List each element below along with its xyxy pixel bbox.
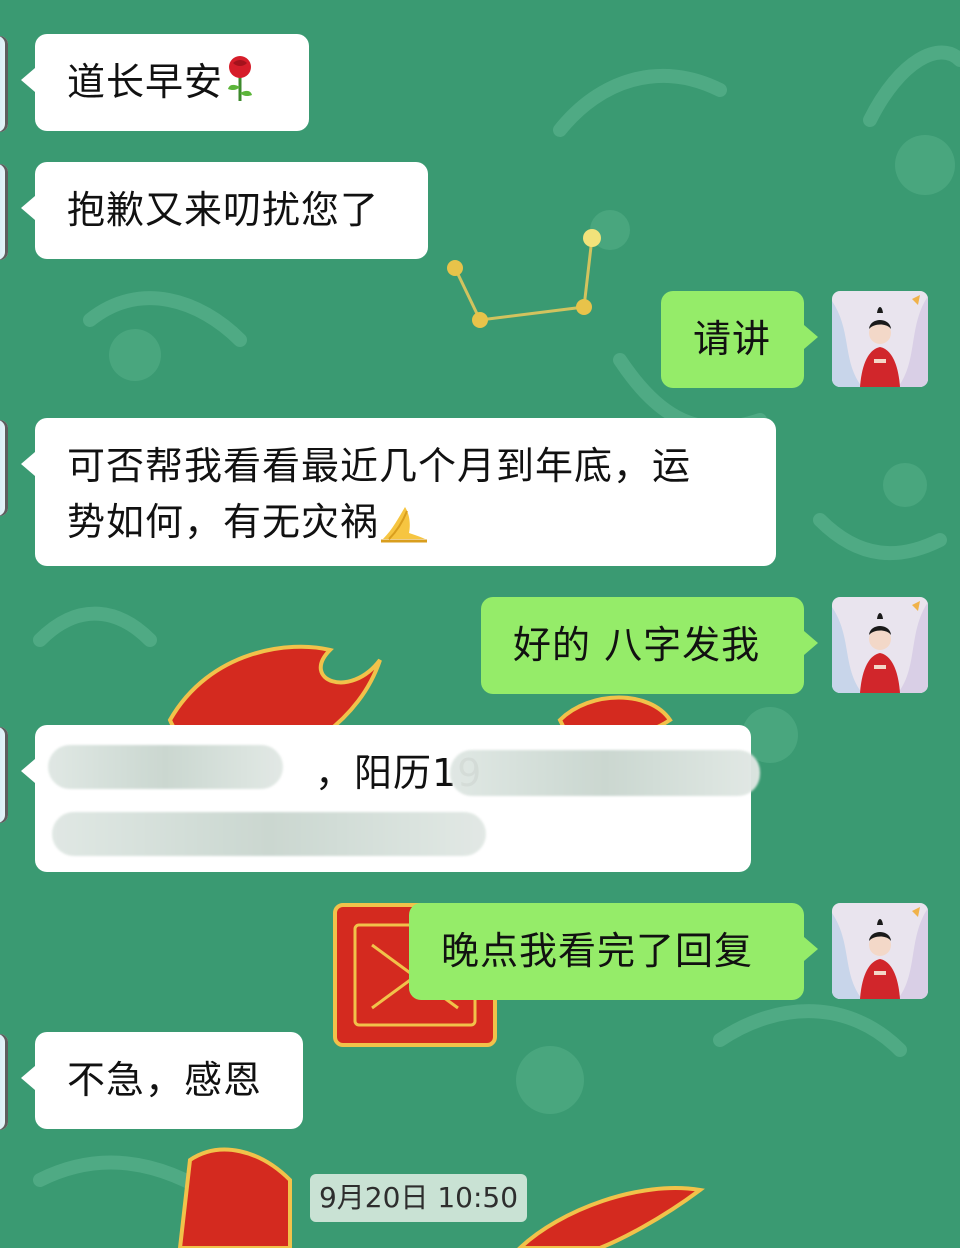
- redaction-blur: [52, 812, 486, 856]
- message-bubble-outgoing[interactable]: 晚点我看完了回复: [409, 903, 818, 1000]
- rose-icon: [223, 55, 257, 118]
- user-avatar[interactable]: [832, 597, 928, 693]
- message-text: 好的 八字发我: [513, 623, 761, 667]
- redaction-blur: [48, 745, 283, 789]
- message-text-line: 势如何，有无灾祸: [67, 500, 380, 544]
- message-bubble-incoming[interactable]: 道长早安: [21, 34, 309, 131]
- redaction-blur: [450, 750, 760, 796]
- contact-avatar[interactable]: [0, 420, 8, 516]
- contact-avatar[interactable]: [0, 164, 8, 260]
- message-bubble-incoming[interactable]: 不急，感恩: [21, 1032, 303, 1129]
- pray-icon: [379, 502, 429, 558]
- message-text: 请讲: [693, 317, 772, 361]
- contact-avatar[interactable]: [0, 1034, 8, 1130]
- message-bubble-incoming[interactable]: 可否帮我看看最近几个月到年底，运 势如何，有无灾祸: [21, 418, 776, 566]
- user-avatar[interactable]: [832, 291, 928, 387]
- message-text: 抱歉又来叨扰您了: [67, 188, 380, 232]
- user-avatar[interactable]: [832, 903, 928, 999]
- message-text: 晚点我看完了回复: [441, 929, 754, 973]
- message-text: 不急，感恩: [67, 1058, 263, 1102]
- message-timestamp: 9月20日 10:50: [310, 1174, 527, 1222]
- message-bubble-outgoing[interactable]: 请讲: [661, 291, 818, 388]
- contact-avatar[interactable]: [0, 727, 8, 823]
- message-text: 道长早安: [67, 60, 224, 104]
- contact-avatar[interactable]: [0, 36, 8, 132]
- message-bubble-incoming[interactable]: 抱歉又来叨扰您了: [21, 162, 428, 259]
- message-text-line: 可否帮我看看最近几个月到年底，运: [67, 444, 692, 488]
- message-bubble-outgoing[interactable]: 好的 八字发我: [481, 597, 818, 694]
